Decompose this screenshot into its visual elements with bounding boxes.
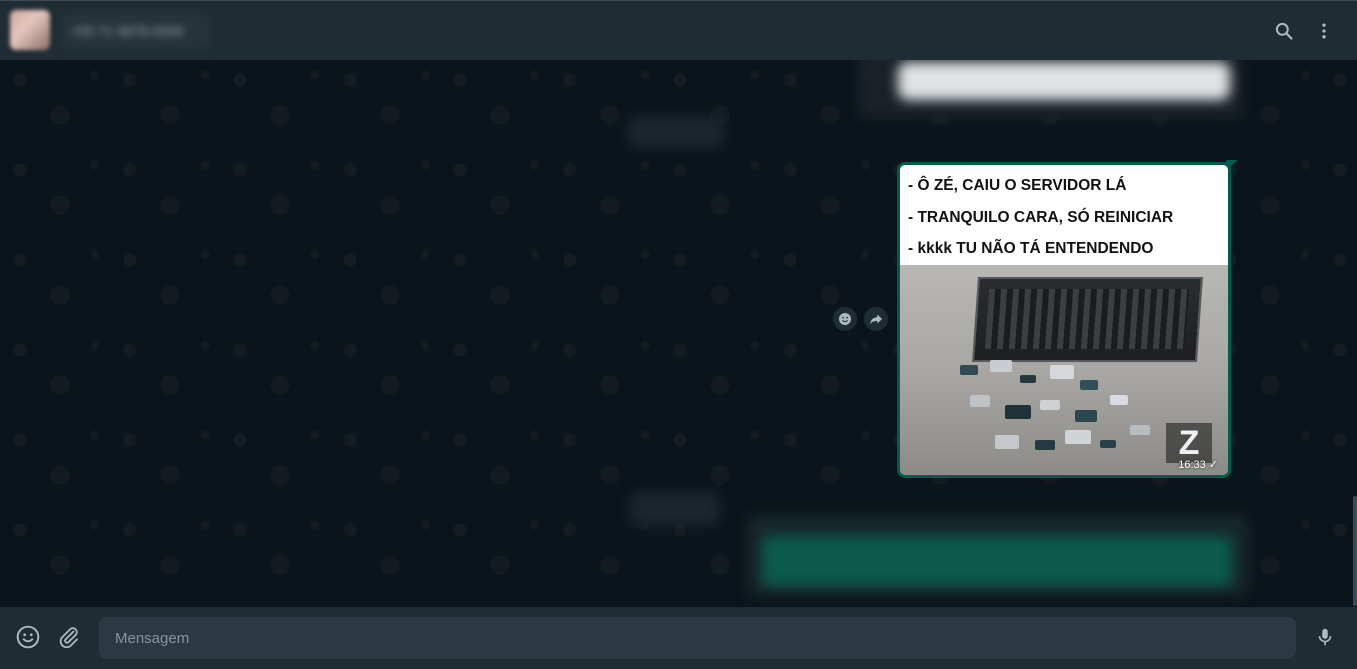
contact-name[interactable]: +55 71 9876-0000 [60,13,210,49]
sent-check-icon: ✓ [1208,459,1218,471]
message-input[interactable] [99,617,1296,659]
more-vertical-icon [1322,23,1326,39]
server-rack [972,277,1203,362]
forward-icon [870,314,882,325]
voice-button[interactable] [1310,622,1340,652]
caption-line: - Ô ZÉ, CAIU O SERVIDOR LÁ [908,177,1127,194]
composer [0,607,1357,669]
caption-line: - kkkk TU NÃO TÁ ENTENDENDO [908,240,1154,257]
chat-header: +55 71 9876-0000 [0,0,1357,60]
image-message[interactable]: - Ô ZÉ, CAIU O SERVIDOR LÁ - TRANQUILO C… [897,162,1231,478]
caption-line: - TRANQUILO CARA, SÓ REINICIAR [908,208,1174,226]
contact-avatar[interactable] [10,10,50,50]
search-button[interactable] [1268,15,1300,47]
scrollbar[interactable] [1353,496,1357,606]
attach-button[interactable] [54,622,84,652]
menu-button[interactable] [1308,15,1340,47]
emoji-button[interactable] [13,622,43,652]
message-time: 16:33 [1178,458,1206,471]
emoji-reaction-icon [839,313,851,325]
react-button[interactable] [833,307,857,331]
search-icon [1275,22,1293,40]
date-chip [630,492,720,526]
emoji-icon [16,625,40,649]
blurred-message-content [898,62,1230,100]
watermark-logo: Z [1166,423,1212,463]
blurred-message-content [762,536,1232,586]
paperclip-icon [59,627,78,649]
message-meta: 16:33 ✓ [1178,458,1218,472]
microphone-icon [1318,628,1332,646]
date-chip [628,116,724,148]
forward-button[interactable] [864,307,888,331]
meme-caption: - Ô ZÉ, CAIU O SERVIDOR LÁ - TRANQUILO C… [900,165,1228,265]
message-list[interactable]: - Ô ZÉ, CAIU O SERVIDOR LÁ - TRANQUILO C… [0,60,1357,608]
meme-photo: Z 16:33 ✓ [900,265,1228,475]
